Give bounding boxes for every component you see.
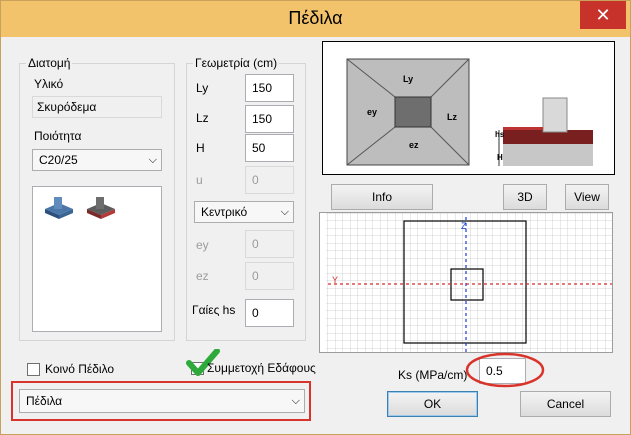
u-label: u	[196, 173, 203, 187]
3d-button[interactable]: 3D	[503, 184, 547, 210]
ly-input[interactable]: 150	[245, 74, 294, 102]
chevron-down-icon: ⌵	[280, 206, 289, 218]
footing-preview: Ly ey Lz ez H hs	[322, 41, 615, 175]
position-select[interactable]: Κεντρικό ⌵	[194, 201, 294, 223]
window-title: Πέδιλα	[288, 8, 343, 28]
y-axis-label: Y	[332, 275, 338, 285]
ks-label: Ks (MPa/cm)	[398, 368, 468, 382]
dialog-window: Πέδιλα ✕ Διατομή Υλικό Σκυρόδεμα Ποιότητ…	[0, 0, 631, 435]
preview-lz-tag: Lz	[447, 112, 457, 122]
quality-select[interactable]: C20/25 ⌵	[32, 149, 162, 171]
ez-input[interactable]: 0	[245, 262, 294, 290]
close-icon[interactable]: ✕	[580, 1, 626, 29]
preview-hs-tag: hs	[495, 130, 505, 139]
chevron-down-icon: ⌵	[148, 154, 157, 166]
ly-label: Ly	[196, 81, 209, 95]
geometry-legend: Γεωμετρία (cm)	[193, 56, 280, 70]
type-select[interactable]: Πέδιλα ⌵	[19, 389, 305, 413]
common-footing-checkbox[interactable]	[27, 363, 40, 376]
section-legend: Διατομή	[26, 56, 73, 70]
footing-grid-panel[interactable]: Z Y	[319, 212, 613, 353]
preview-ey-tag: ey	[367, 107, 377, 117]
view-button[interactable]: View	[565, 184, 609, 210]
hs-input[interactable]: 0	[245, 299, 294, 327]
section-type-list[interactable]	[32, 186, 162, 332]
footing-grid-drawing: Z Y	[326, 213, 612, 352]
material-label: Υλικό	[34, 77, 64, 91]
ey-input[interactable]: 0	[245, 230, 294, 258]
material-field: Σκυρόδεμα	[32, 96, 162, 118]
hs-label: Γαίες hs	[192, 303, 236, 317]
footing-shape-red-icon[interactable]	[87, 197, 115, 219]
ok-button[interactable]: OK	[387, 391, 478, 417]
preview-h-tag: H	[497, 153, 503, 162]
quality-label: Ποιότητα	[34, 129, 82, 143]
ey-label: ey	[196, 238, 209, 252]
footing-shape-blue-icon[interactable]	[45, 197, 73, 219]
lz-input[interactable]: 150	[245, 105, 294, 133]
lz-label: Lz	[196, 111, 209, 125]
footing-preview-drawing: Ly ey Lz ez H hs	[346, 58, 593, 166]
preview-ly-tag: Ly	[403, 74, 413, 84]
cancel-button[interactable]: Cancel	[520, 391, 611, 417]
ez-label: ez	[196, 269, 209, 283]
quality-select-value: C20/25	[39, 153, 78, 167]
title-bar: Πέδιλα ✕	[1, 1, 630, 37]
footing-shapes	[45, 197, 115, 219]
ks-highlight-ellipse	[465, 352, 545, 388]
u-input[interactable]: 0	[245, 166, 294, 194]
chevron-down-icon: ⌵	[291, 395, 300, 407]
h-label: H	[196, 141, 205, 155]
position-select-value: Κεντρικό	[201, 205, 248, 219]
preview-ez-tag: ez	[409, 140, 419, 150]
common-footing-label: Κοινό Πέδιλο	[45, 362, 115, 376]
h-input[interactable]: 50	[245, 134, 294, 162]
z-axis-label: Z	[461, 221, 467, 231]
soil-participation-label: Συμμετοχή Εδάφους	[207, 361, 316, 375]
type-select-value: Πέδιλα	[26, 394, 63, 408]
info-button[interactable]: Info	[331, 184, 433, 210]
